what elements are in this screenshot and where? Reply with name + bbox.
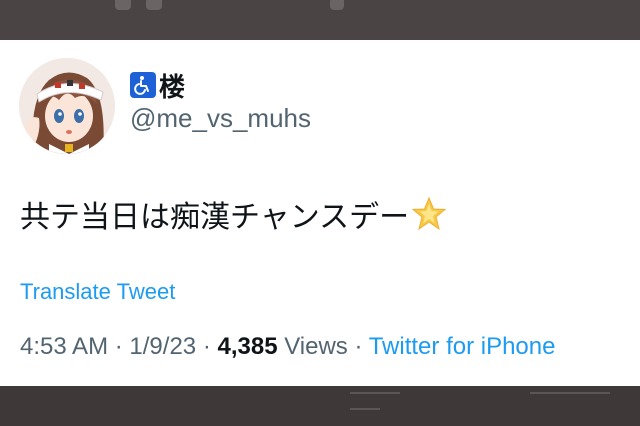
- tweet-meta: 4:53 AM · 1/9/23 · 4,385 Views · Twitter…: [20, 333, 555, 361]
- tweet-text-body: 共テ当日は痴漢チャンスデー: [20, 200, 410, 235]
- tweet-text: 共テ当日は痴漢チャンスデー: [20, 192, 447, 236]
- translate-tweet-link[interactable]: Translate Tweet: [20, 279, 175, 305]
- glowing-star-emoji-icon: [411, 196, 447, 232]
- tweet-date[interactable]: 1/9/23: [129, 333, 196, 360]
- author-name-row[interactable]: 楼: [130, 70, 185, 103]
- meta-separator: ·: [114, 333, 123, 360]
- author-handle[interactable]: @me_vs_muhs: [130, 103, 311, 134]
- tweet-time[interactable]: 4:53 AM: [20, 333, 108, 360]
- background-top-strip: [0, 0, 640, 40]
- wheelchair-accessibility-icon: [130, 72, 156, 98]
- faded-menu-icon: [146, 0, 162, 10]
- avatar-image: [19, 58, 115, 154]
- background-bottom-strip: [0, 386, 640, 426]
- meta-separator: ·: [202, 333, 211, 360]
- author-display-name: 楼: [159, 72, 186, 103]
- faded-camera-icon: [115, 0, 131, 10]
- views-label: Views: [284, 333, 348, 360]
- faded-divider: [350, 408, 380, 410]
- faded-divider: [530, 392, 610, 394]
- tweet-source-link[interactable]: Twitter for iPhone: [369, 333, 556, 360]
- faded-tab-icon: [330, 0, 344, 10]
- faded-divider: [350, 392, 400, 394]
- views-count: 4,385: [217, 333, 278, 360]
- meta-separator: ·: [354, 333, 363, 360]
- avatar[interactable]: [19, 58, 115, 154]
